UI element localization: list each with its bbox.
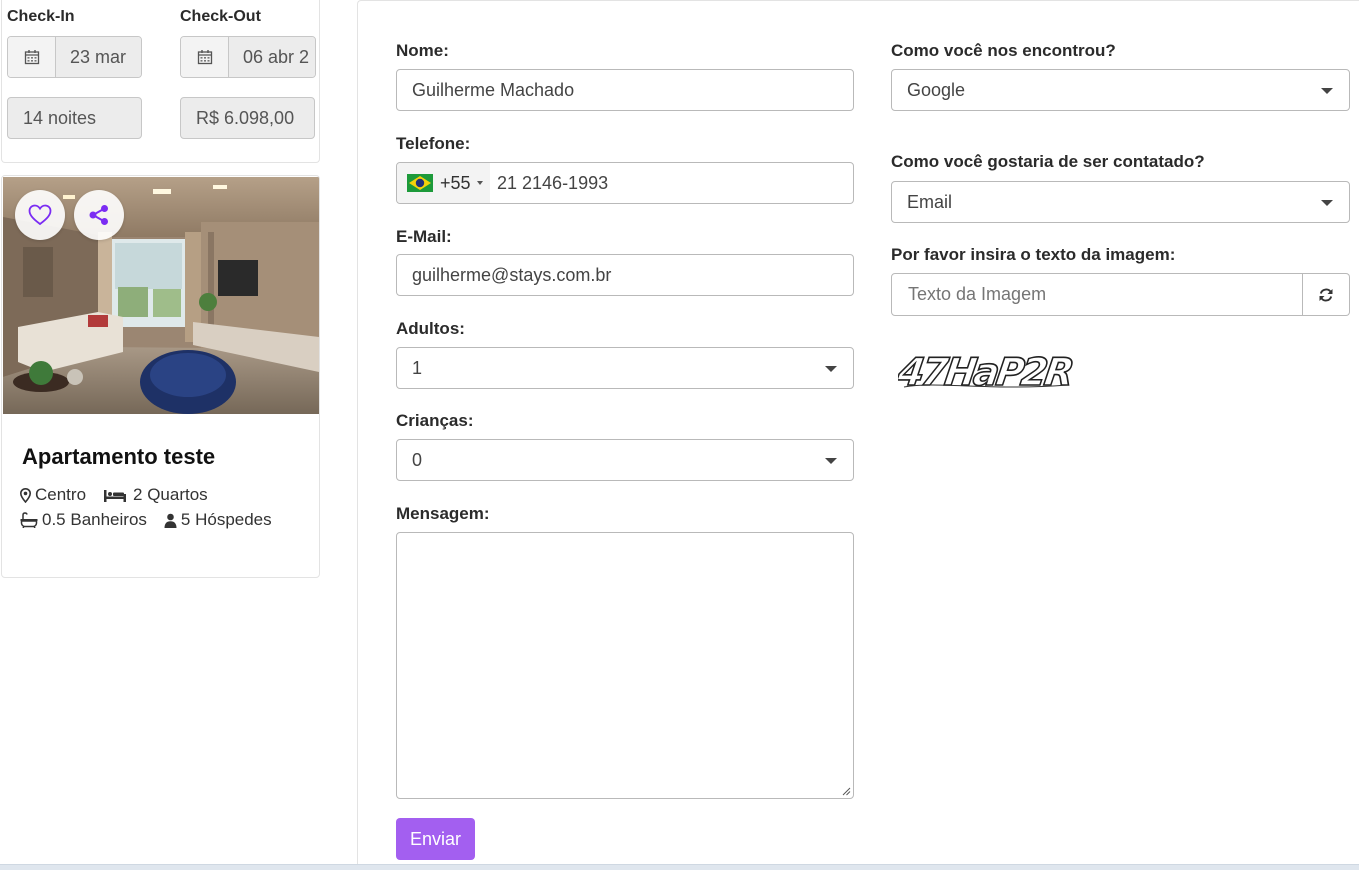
bed-icon: [104, 489, 127, 502]
caret-down-icon: [476, 181, 483, 185]
captcha-input-group: Texto da Imagem: [891, 273, 1350, 316]
resize-handle-icon[interactable]: [841, 786, 851, 796]
name-field[interactable]: Guilherme Machado: [396, 69, 854, 111]
guests-text: 5 Hóspedes: [180, 510, 272, 529]
source-label: Como você nos encontrou?: [891, 41, 1116, 60]
source-value: Google: [907, 79, 966, 100]
checkout-date-field[interactable]: 06 abr 2: [180, 36, 316, 78]
checkout-date-value: 06 abr 2: [229, 37, 315, 77]
source-select[interactable]: Google: [891, 69, 1350, 111]
favorite-button[interactable]: [15, 190, 65, 240]
caret-down-icon: [825, 458, 837, 464]
heart-icon: [28, 204, 52, 226]
total-price: R$ 6.098,00: [180, 97, 315, 139]
baths-text: 0.5 Banheiros: [42, 510, 147, 529]
adults-value: 1: [412, 357, 423, 378]
message-textarea[interactable]: [396, 532, 854, 799]
property-card[interactable]: Apartamento teste Centro 2 Quartos 0.5 B…: [1, 175, 320, 578]
children-value: 0: [412, 449, 423, 470]
captcha-label: Por favor insira o texto da imagem:: [891, 245, 1176, 264]
contact-method-select[interactable]: Email: [891, 181, 1350, 223]
nights-count: 14 noites: [7, 97, 142, 139]
booking-dates-card: Check-In Check-Out 23 mar 06 abr 2 14 no…: [1, 0, 320, 163]
calendar-icon: [8, 37, 56, 77]
brazil-flag-icon: [407, 174, 433, 192]
children-label: Crianças:: [396, 411, 474, 430]
user-icon: [164, 513, 177, 528]
map-marker-icon: [20, 487, 31, 503]
adults-label: Adultos:: [396, 319, 465, 338]
caret-down-icon: [1321, 88, 1333, 94]
property-title[interactable]: Apartamento teste: [22, 444, 215, 470]
captcha-text: 47HaP2R: [898, 351, 1075, 395]
country-code: +55: [440, 172, 471, 193]
location-text: Centro: [35, 485, 87, 504]
property-photo[interactable]: [3, 177, 319, 414]
adults-select[interactable]: 1: [396, 347, 854, 389]
contact-method-label: Como você gostaria de ser contatado?: [891, 152, 1205, 171]
window-bottom-border: [0, 864, 1359, 870]
captcha-input[interactable]: Texto da Imagem: [891, 273, 1303, 316]
message-label: Mensagem:: [396, 504, 490, 523]
property-meta-row-1: Centro 2 Quartos: [20, 485, 225, 505]
property-meta-row-2: 0.5 Banheiros 5 Hóspedes: [20, 510, 289, 530]
name-label: Nome:: [396, 41, 449, 60]
share-button[interactable]: [74, 190, 124, 240]
checkin-date-value: 23 mar: [56, 37, 141, 77]
refresh-icon: [1319, 288, 1333, 301]
baths-info: 0.5 Banheiros: [20, 510, 147, 530]
checkout-label: Check-Out: [180, 8, 261, 25]
captcha-refresh-button[interactable]: [1303, 273, 1350, 316]
checkin-label: Check-In: [7, 8, 75, 25]
phone-number-value: 21 2146-1993: [497, 172, 609, 193]
captcha-image: 47HaP2R: [893, 345, 1076, 397]
calendar-icon: [181, 37, 229, 77]
country-code-selector[interactable]: +55: [397, 163, 490, 203]
checkin-date-field[interactable]: 23 mar: [7, 36, 142, 78]
caret-down-icon: [825, 366, 837, 372]
bath-icon: [20, 512, 38, 528]
contact-method-value: Email: [907, 191, 953, 212]
caret-down-icon: [1321, 200, 1333, 206]
email-field[interactable]: guilherme@stays.com.br: [396, 254, 854, 296]
rooms-text: 2 Quartos: [133, 485, 208, 504]
rooms-info: 2 Quartos: [103, 485, 208, 505]
phone-field[interactable]: +55 21 2146-1993: [396, 162, 854, 204]
guests-info: 5 Hóspedes: [164, 510, 272, 530]
location-info: Centro: [20, 485, 86, 505]
children-select[interactable]: 0: [396, 439, 854, 481]
share-icon: [89, 205, 108, 225]
email-label: E-Mail:: [396, 227, 452, 246]
phone-label: Telefone:: [396, 134, 471, 153]
submit-button[interactable]: Enviar: [396, 818, 475, 860]
